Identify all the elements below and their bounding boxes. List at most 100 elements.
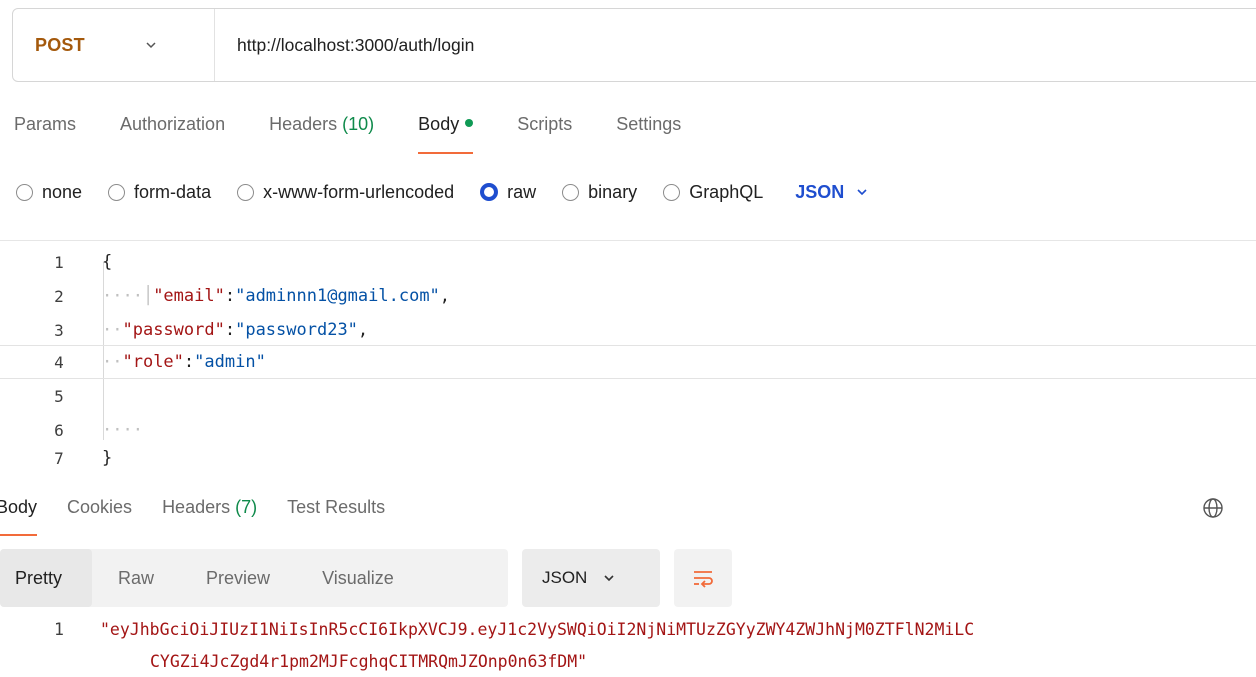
response-format-label: JSON (542, 568, 588, 587)
headers-count: (7) (235, 497, 258, 517)
colon: : (224, 286, 236, 306)
response-toolbar: Pretty Raw Preview Visualize JSON (0, 549, 732, 607)
tab-headers[interactable]: Headers (10) (269, 110, 374, 154)
response-token-line-wrapped: CYGZi4JcZgd4r1pm2MJFcghqCITMRQmJZOnp0n63… (150, 652, 588, 671)
radio-label: raw (507, 181, 537, 202)
comma: , (357, 320, 369, 340)
code-text: ····│"email":"adminnn1@gmail.com", (102, 286, 451, 306)
tab-response-body[interactable]: Body (0, 492, 38, 536)
view-raw-button[interactable]: Raw (92, 549, 180, 607)
close-brace: } (102, 448, 113, 468)
radio-icon (562, 183, 580, 201)
line-number: 2 (54, 286, 64, 306)
tab-test-results[interactable]: Test Results (287, 492, 385, 536)
tab-label: Authorization (120, 114, 226, 134)
modified-dot-icon (465, 119, 474, 128)
radio-checked-icon (480, 183, 499, 201)
method-select[interactable]: POST (13, 9, 215, 81)
radio-raw[interactable]: raw (480, 182, 536, 203)
editor-line: 5 (0, 379, 1256, 413)
radio-form-data[interactable]: form-data (108, 182, 211, 203)
radio-icon (108, 183, 126, 201)
tab-label: Body (418, 114, 460, 134)
tab-scripts[interactable]: Scripts (517, 110, 572, 154)
headers-count: (10) (342, 114, 375, 134)
radio-label: form-data (134, 181, 212, 202)
radio-label: none (42, 181, 83, 202)
code-text: ··"password":"password23", (102, 320, 369, 340)
json-value: "admin" (194, 352, 266, 372)
tab-label: Body (0, 497, 38, 517)
request-body-editor[interactable]: 1 { 2 ····│"email":"adminnn1@gmail.com",… (0, 240, 1256, 468)
line-number: 7 (54, 448, 64, 468)
tab-label: Settings (616, 114, 682, 134)
colon: : (183, 352, 195, 372)
code-text: ··"role":"admin" (102, 352, 266, 372)
wrap-lines-icon (694, 571, 713, 588)
view-pretty-button[interactable]: Pretty (0, 549, 93, 607)
view-preview-button[interactable]: Preview (180, 549, 296, 607)
line-number: 1 (54, 620, 64, 639)
body-type-selector: none form-data x-www-form-urlencoded raw… (16, 176, 868, 208)
tab-label: Headers (162, 497, 231, 517)
line-number: 1 (54, 252, 64, 272)
radio-label: GraphQL (689, 181, 764, 202)
body-format-label: JSON (795, 181, 845, 202)
editor-line: 3 ··"password":"password23", (0, 313, 1256, 347)
tab-body[interactable]: Body (418, 110, 474, 154)
view-visualize-button[interactable]: Visualize (296, 549, 420, 607)
tab-params[interactable]: Params (14, 110, 76, 154)
tab-label: Scripts (517, 114, 573, 134)
tab-label: Headers (269, 114, 338, 134)
radio-icon (663, 183, 681, 201)
tab-settings[interactable]: Settings (616, 110, 681, 154)
code-text: { (102, 252, 112, 272)
radio-icon (237, 183, 255, 201)
radio-label: x-www-form-urlencoded (263, 181, 455, 202)
tab-label: Cookies (67, 497, 133, 517)
json-key: "role" (122, 352, 184, 372)
editor-line: 7 } (0, 441, 1256, 475)
chevron-down-icon (146, 42, 156, 49)
view-mode-group: Pretty Raw Preview Visualize (0, 549, 508, 607)
editor-line-current: 4 ··"role":"admin" (0, 345, 1256, 379)
tab-label: Params (14, 114, 77, 134)
line-number: 3 (54, 320, 64, 340)
tab-response-headers[interactable]: Headers (7) (162, 492, 257, 536)
line-number: 6 (54, 420, 64, 440)
editor-line: 2 ····│"email":"adminnn1@gmail.com", (0, 279, 1256, 313)
tab-label: Test Results (287, 497, 386, 517)
wrap-lines-button[interactable] (674, 549, 732, 607)
open-brace: { (102, 252, 113, 272)
json-value: "adminnn1@gmail.com" (235, 286, 440, 306)
line-number: 5 (54, 386, 64, 406)
body-format-select[interactable]: JSON (795, 182, 868, 203)
json-value: "password23" (235, 320, 358, 340)
chevron-down-icon (857, 189, 867, 196)
line-number: 4 (54, 352, 64, 372)
code-text: ···· (102, 420, 143, 440)
code-text: } (102, 448, 112, 468)
globe-icon[interactable] (1201, 496, 1225, 520)
json-key: "email" (153, 286, 225, 306)
radio-none[interactable]: none (16, 182, 82, 203)
response-token-line: "eyJhbGciOiJIUzI1NiIsInR5cCI6IkpXVCJ9.ey… (100, 620, 975, 639)
request-tabs: Params Authorization Headers (10) Body S… (14, 110, 725, 154)
url-bar: POST http://localhost:3000/auth/login (12, 8, 1256, 82)
chevron-down-icon (604, 575, 614, 582)
radio-binary[interactable]: binary (562, 182, 637, 203)
radio-graphql[interactable]: GraphQL (663, 182, 763, 203)
json-key: "password" (122, 320, 225, 340)
colon: : (224, 320, 236, 340)
tab-response-cookies[interactable]: Cookies (67, 492, 132, 536)
method-label: POST (35, 34, 85, 55)
comma: , (439, 286, 451, 306)
radio-urlencoded[interactable]: x-www-form-urlencoded (237, 182, 454, 203)
tab-authorization[interactable]: Authorization (120, 110, 225, 154)
url-input[interactable]: http://localhost:3000/auth/login (237, 35, 474, 56)
radio-icon (16, 183, 33, 201)
editor-line: 1 { (0, 245, 1256, 279)
radio-label: binary (588, 181, 638, 202)
response-tabs: Body Cookies Headers (7) Test Results (0, 492, 415, 536)
response-format-select[interactable]: JSON (522, 549, 660, 607)
